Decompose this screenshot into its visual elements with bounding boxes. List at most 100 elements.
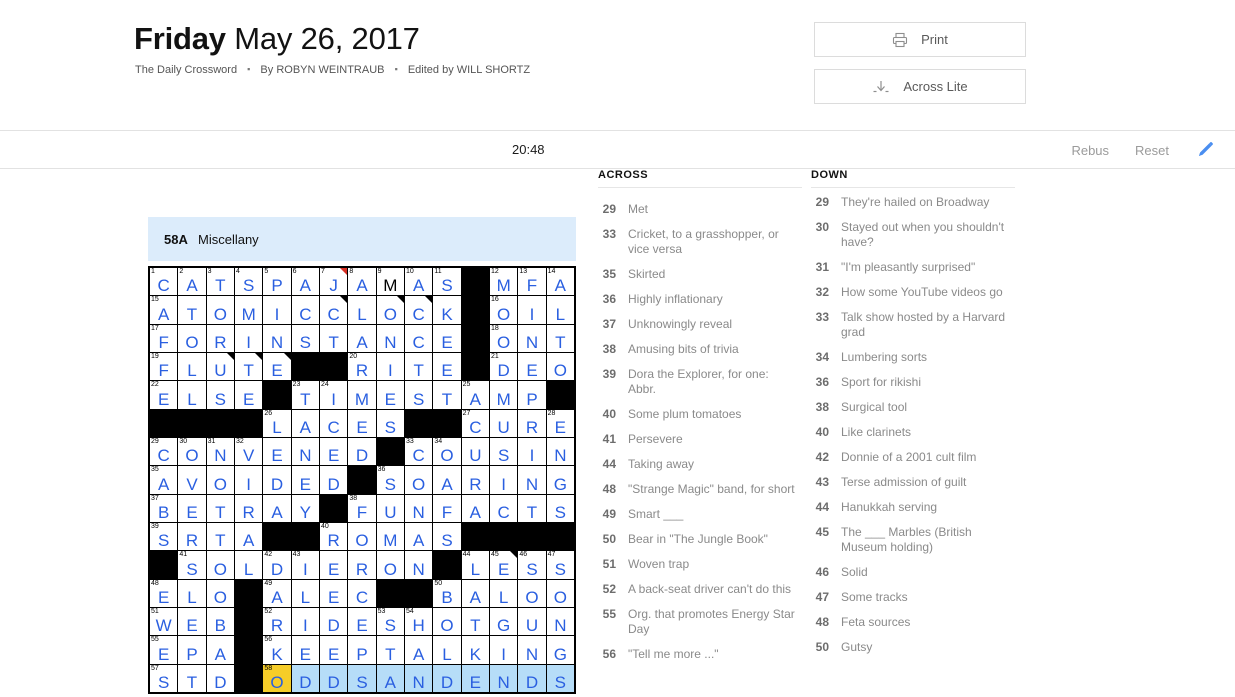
grid-cell[interactable]: M — [490, 381, 518, 409]
grid-cell[interactable]: T — [405, 353, 433, 381]
grid-cell[interactable]: 29 C — [150, 438, 178, 466]
clue-item[interactable]: 40 Like clarinets — [811, 420, 1015, 445]
grid-cell[interactable]: B — [206, 608, 234, 636]
clue-item[interactable]: 31 "I'm pleasantly surprised" — [811, 255, 1015, 280]
reset-button[interactable]: Reset — [1135, 143, 1169, 158]
grid-cell[interactable]: 12 M — [490, 268, 518, 296]
pencil-icon[interactable] — [1195, 140, 1215, 160]
grid-cell[interactable]: 57 S — [150, 664, 178, 692]
grid-cell[interactable]: 51 W — [150, 608, 178, 636]
grid-cell[interactable]: E — [263, 353, 291, 381]
grid-cell[interactable]: 16 O — [490, 296, 518, 324]
grid-cell[interactable]: 21 D — [490, 353, 518, 381]
grid-cell[interactable]: U — [490, 409, 518, 437]
grid-cell[interactable]: N — [546, 438, 574, 466]
grid-cell[interactable]: T — [546, 324, 574, 352]
grid-cell[interactable]: E — [518, 353, 546, 381]
grid-cell[interactable]: A — [291, 409, 319, 437]
grid-cell[interactable]: N — [490, 664, 518, 692]
grid-cell[interactable]: L — [235, 551, 263, 579]
grid-cell[interactable]: L — [348, 296, 376, 324]
grid-cell[interactable]: I — [490, 636, 518, 664]
grid-cell[interactable]: R — [348, 551, 376, 579]
clue-item[interactable]: 33 Talk show hosted by a Harvard grad — [811, 305, 1015, 345]
grid-cell[interactable]: I — [490, 466, 518, 494]
grid-cell[interactable]: A — [405, 523, 433, 551]
grid-cell[interactable]: T — [461, 608, 489, 636]
grid-cell[interactable]: 43 I — [291, 551, 319, 579]
grid-cell[interactable]: D — [320, 608, 348, 636]
grid-cell[interactable]: K — [461, 636, 489, 664]
grid-cell[interactable]: R — [461, 466, 489, 494]
grid-cell[interactable]: D — [291, 664, 319, 692]
grid-cell[interactable]: S — [348, 664, 376, 692]
grid-cell[interactable]: I — [291, 608, 319, 636]
grid-cell[interactable]: T — [433, 381, 461, 409]
grid-cell[interactable]: 23 T — [291, 381, 319, 409]
grid-cell[interactable]: 25 A — [461, 381, 489, 409]
grid-cell[interactable]: E — [348, 409, 376, 437]
grid-cell[interactable]: P — [178, 636, 206, 664]
grid-cell[interactable]: S — [206, 381, 234, 409]
clue-item[interactable]: 29 Met — [598, 197, 802, 222]
grid-cell[interactable]: S — [405, 381, 433, 409]
grid-cell[interactable]: E — [291, 636, 319, 664]
grid-cell[interactable]: N — [405, 494, 433, 522]
grid-cell[interactable]: U — [461, 438, 489, 466]
grid-cell[interactable]: D — [518, 664, 546, 692]
grid-cell[interactable]: E — [376, 381, 404, 409]
grid-cell[interactable]: R — [178, 523, 206, 551]
grid-cell[interactable]: 3T — [206, 268, 234, 296]
grid-cell[interactable]: 17 F — [150, 324, 178, 352]
grid-cell[interactable]: 7J — [320, 268, 348, 296]
grid-cell[interactable]: U — [518, 608, 546, 636]
clue-item[interactable]: 42 Donnie of a 2001 cult film — [811, 445, 1015, 470]
clue-item[interactable]: 34 Lumbering sorts — [811, 345, 1015, 370]
clue-item[interactable]: 45 The ___ Marbles (British Museum holdin… — [811, 520, 1015, 560]
grid-cell[interactable]: O — [206, 466, 234, 494]
clue-item[interactable]: 47 Some tracks — [811, 585, 1015, 610]
grid-cell[interactable]: 20 R — [348, 353, 376, 381]
clue-item[interactable]: 43 Terse admission of guilt — [811, 470, 1015, 495]
clue-item[interactable]: 30 Stayed out when you shouldn't have? — [811, 215, 1015, 255]
grid-cell[interactable]: T — [206, 523, 234, 551]
clue-item[interactable]: 48 Feta sources — [811, 610, 1015, 635]
current-clue-banner[interactable]: 58A Miscellany — [148, 217, 576, 261]
grid-cell[interactable]: A — [235, 523, 263, 551]
clue-item[interactable]: 51 Woven trap — [598, 552, 802, 577]
grid-cell[interactable]: 41 S — [178, 551, 206, 579]
grid-cell[interactable]: A — [376, 664, 404, 692]
grid-cell[interactable]: S — [546, 664, 574, 692]
grid-cell[interactable]: N — [291, 438, 319, 466]
clue-item[interactable]: 46 Solid — [811, 560, 1015, 585]
grid-cell[interactable]: 26 L — [263, 409, 291, 437]
clue-item[interactable]: 56 "Tell me more ..." — [598, 642, 802, 662]
clue-item[interactable]: 49 Smart ___ — [598, 502, 802, 527]
grid-cell[interactable]: D — [433, 664, 461, 692]
clue-item[interactable]: 44 Taking away — [598, 452, 802, 477]
grid-cell[interactable]: 38 F — [348, 494, 376, 522]
grid-cell[interactable]: 44 L — [461, 551, 489, 579]
grid-cell[interactable]: 56 K — [263, 636, 291, 664]
grid-cell[interactable]: C — [405, 324, 433, 352]
grid-cell[interactable]: F — [433, 494, 461, 522]
grid-cell[interactable]: 45 E — [490, 551, 518, 579]
grid-cell[interactable]: 31 N — [206, 438, 234, 466]
grid-cell[interactable]: A — [461, 579, 489, 607]
grid-cell[interactable]: N — [546, 608, 574, 636]
grid-cell[interactable]: L — [433, 636, 461, 664]
grid-cell[interactable]: O — [206, 551, 234, 579]
grid-cell[interactable]: 2A — [178, 268, 206, 296]
grid-cell[interactable]: A — [405, 636, 433, 664]
grid-cell[interactable]: 10 A — [405, 268, 433, 296]
clue-item[interactable]: 50 Gutsy — [811, 635, 1015, 660]
grid-cell[interactable]: N — [518, 636, 546, 664]
grid-cell[interactable]: O — [348, 523, 376, 551]
grid-cell[interactable]: E — [178, 494, 206, 522]
grid-cell[interactable]: 22 E — [150, 381, 178, 409]
grid-cell[interactable]: I — [518, 296, 546, 324]
grid-cell[interactable]: P — [518, 381, 546, 409]
grid-cell[interactable]: O — [178, 324, 206, 352]
clue-item[interactable]: 38 Amusing bits of trivia — [598, 337, 802, 362]
grid-cell[interactable]: D — [320, 466, 348, 494]
